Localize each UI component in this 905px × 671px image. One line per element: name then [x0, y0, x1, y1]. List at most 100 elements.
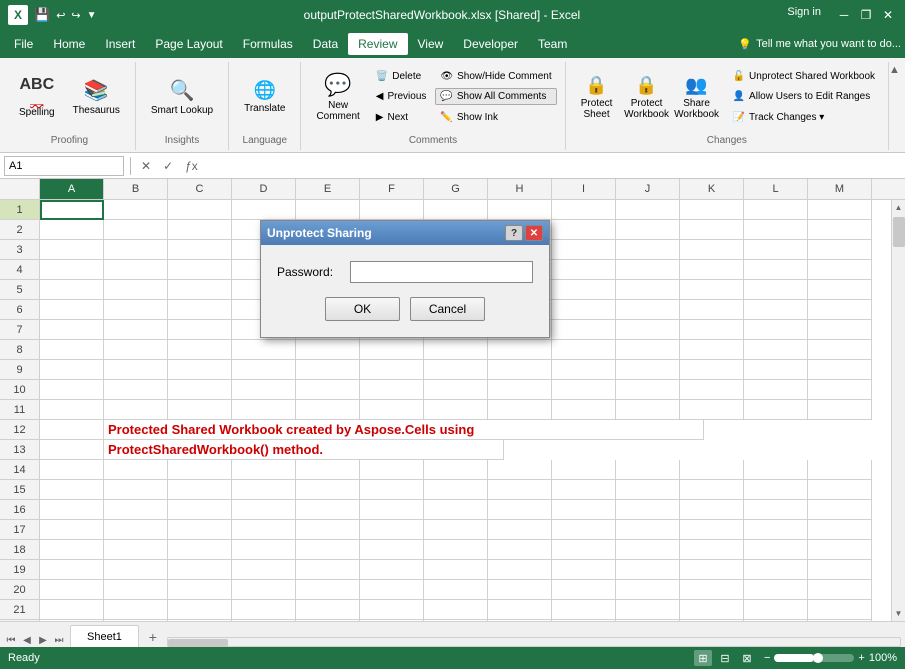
cell-J19[interactable]: [616, 560, 680, 580]
cell-D17[interactable]: [232, 520, 296, 540]
cell-A4[interactable]: [40, 260, 104, 280]
cell-K16[interactable]: [680, 500, 744, 520]
cell-E16[interactable]: [296, 500, 360, 520]
cell-L7[interactable]: [744, 320, 808, 340]
cell-B12[interactable]: Protected Shared Workbook created by Asp…: [104, 420, 704, 440]
cell-D11[interactable]: [232, 400, 296, 420]
cell-K22[interactable]: [680, 620, 744, 621]
row-header-16[interactable]: 16: [0, 500, 40, 520]
menu-data[interactable]: Data: [303, 33, 348, 55]
cell-C10[interactable]: [168, 380, 232, 400]
row-header-4[interactable]: 4: [0, 260, 40, 280]
cell-H22[interactable]: [488, 620, 552, 621]
cell-L1[interactable]: [744, 200, 808, 220]
cell-M7[interactable]: [808, 320, 872, 340]
zoom-out-button[interactable]: −: [764, 652, 770, 664]
cell-J3[interactable]: [616, 240, 680, 260]
cell-D20[interactable]: [232, 580, 296, 600]
cell-L3[interactable]: [744, 240, 808, 260]
row-header-20[interactable]: 20: [0, 580, 40, 600]
cell-F1[interactable]: [360, 200, 424, 220]
row-header-2[interactable]: 2: [0, 220, 40, 240]
cell-B17[interactable]: [104, 520, 168, 540]
cell-E14[interactable]: [296, 460, 360, 480]
cell-L5[interactable]: [744, 280, 808, 300]
cell-F19[interactable]: [360, 560, 424, 580]
menu-developer[interactable]: Developer: [453, 33, 528, 55]
new-comment-button[interactable]: 💬 NewComment: [309, 66, 366, 128]
dialog-ok-button[interactable]: OK: [325, 297, 400, 321]
cell-J18[interactable]: [616, 540, 680, 560]
cell-K21[interactable]: [680, 600, 744, 620]
cell-A16[interactable]: [40, 500, 104, 520]
menu-formulas[interactable]: Formulas: [233, 33, 303, 55]
cell-I15[interactable]: [552, 480, 616, 500]
undo-button[interactable]: ↩: [56, 9, 65, 22]
cell-I14[interactable]: [552, 460, 616, 480]
row-header-8[interactable]: 8: [0, 340, 40, 360]
cell-B22[interactable]: [104, 620, 168, 621]
cell-B16[interactable]: [104, 500, 168, 520]
cell-K1[interactable]: [680, 200, 744, 220]
cell-H10[interactable]: [488, 380, 552, 400]
sheet-nav-prev[interactable]: ◀: [20, 633, 34, 647]
show-all-comments-button[interactable]: 💬 Show All Comments: [435, 88, 556, 105]
cell-J5[interactable]: [616, 280, 680, 300]
cell-E22[interactable]: [296, 620, 360, 621]
cell-C14[interactable]: [168, 460, 232, 480]
cell-M11[interactable]: [808, 400, 872, 420]
minimize-button[interactable]: ─: [835, 6, 853, 24]
cell-D10[interactable]: [232, 380, 296, 400]
page-break-view-button[interactable]: ⊠: [738, 650, 756, 666]
cell-B9[interactable]: [104, 360, 168, 380]
cell-L6[interactable]: [744, 300, 808, 320]
cell-K4[interactable]: [680, 260, 744, 280]
zoom-in-button[interactable]: +: [858, 652, 864, 664]
cell-I18[interactable]: [552, 540, 616, 560]
cell-F20[interactable]: [360, 580, 424, 600]
cell-B10[interactable]: [104, 380, 168, 400]
cell-I9[interactable]: [552, 360, 616, 380]
cell-B3[interactable]: [104, 240, 168, 260]
cell-B6[interactable]: [104, 300, 168, 320]
thesaurus-button[interactable]: 📚 Thesaurus: [66, 66, 127, 128]
cell-K5[interactable]: [680, 280, 744, 300]
cell-G8[interactable]: [424, 340, 488, 360]
cell-A6[interactable]: [40, 300, 104, 320]
menu-insert[interactable]: Insert: [95, 33, 145, 55]
cell-M4[interactable]: [808, 260, 872, 280]
cell-C16[interactable]: [168, 500, 232, 520]
sheet-nav-first[interactable]: ⏮: [4, 633, 18, 647]
cell-F9[interactable]: [360, 360, 424, 380]
cell-A14[interactable]: [40, 460, 104, 480]
cell-H20[interactable]: [488, 580, 552, 600]
cell-L2[interactable]: [744, 220, 808, 240]
cell-G22[interactable]: [424, 620, 488, 621]
menu-page-layout[interactable]: Page Layout: [145, 33, 232, 55]
menu-file[interactable]: File: [4, 33, 43, 55]
cell-D16[interactable]: [232, 500, 296, 520]
cell-E1[interactable]: [296, 200, 360, 220]
cell-A1[interactable]: [40, 200, 104, 220]
cell-B18[interactable]: [104, 540, 168, 560]
cell-I16[interactable]: [552, 500, 616, 520]
row-header-17[interactable]: 17: [0, 520, 40, 540]
cell-J21[interactable]: [616, 600, 680, 620]
cell-A13[interactable]: [40, 440, 104, 460]
dialog-help-button[interactable]: ?: [505, 225, 523, 241]
cell-C21[interactable]: [168, 600, 232, 620]
cell-I6[interactable]: [552, 300, 616, 320]
show-hide-comment-button[interactable]: 👁 Show/Hide Comment: [435, 68, 556, 85]
cell-M22[interactable]: [808, 620, 872, 621]
delete-button[interactable]: 🗑️ Delete: [371, 68, 432, 85]
cell-F11[interactable]: [360, 400, 424, 420]
cell-B7[interactable]: [104, 320, 168, 340]
cell-M19[interactable]: [808, 560, 872, 580]
cell-I21[interactable]: [552, 600, 616, 620]
cell-E18[interactable]: [296, 540, 360, 560]
cell-B5[interactable]: [104, 280, 168, 300]
col-header-D[interactable]: D: [232, 179, 296, 199]
cell-J14[interactable]: [616, 460, 680, 480]
cell-B14[interactable]: [104, 460, 168, 480]
col-header-B[interactable]: B: [104, 179, 168, 199]
